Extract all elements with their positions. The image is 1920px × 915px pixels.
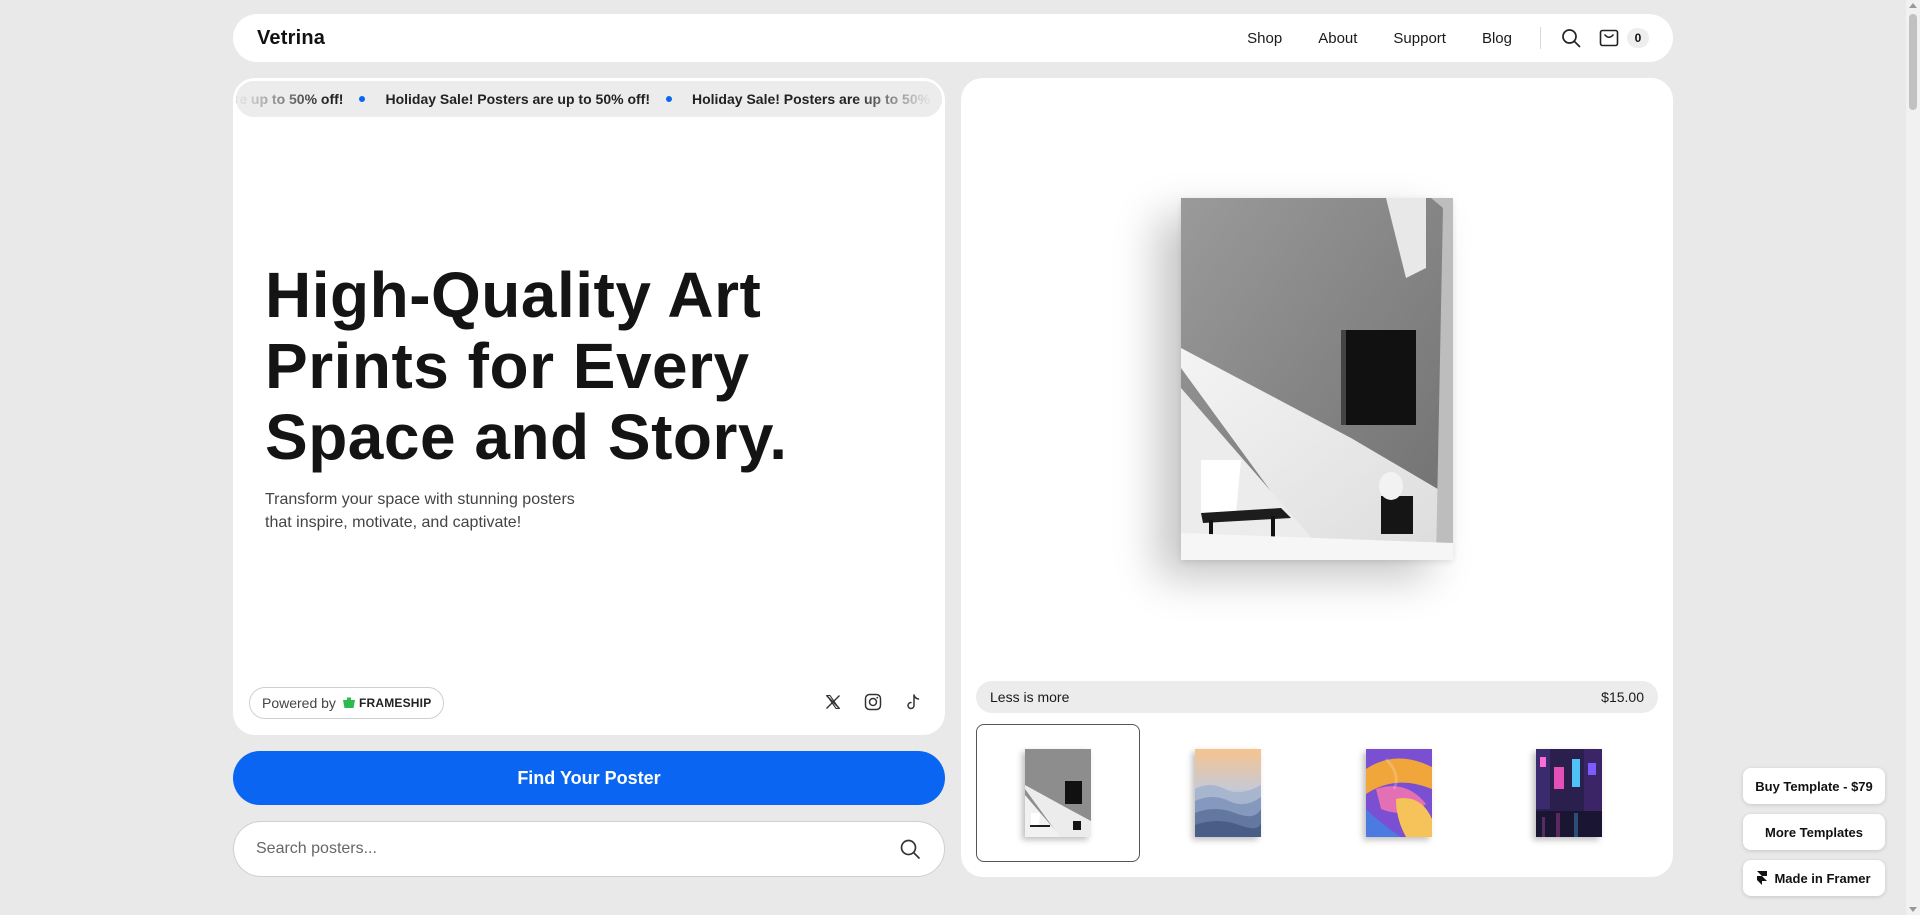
frameship-brand-text: FRAMESHIP: [358, 696, 432, 710]
ticker-dot: [359, 96, 366, 102]
ticker-dot: [665, 96, 672, 102]
x-icon[interactable]: [821, 690, 845, 714]
nav-support[interactable]: Support: [1393, 30, 1446, 47]
product-showcase-card: Less is more $15.00: [961, 78, 1673, 877]
more-templates-button[interactable]: More Templates: [1743, 814, 1885, 850]
powered-by-badge[interactable]: Powered by FRAMESHIP: [249, 687, 445, 719]
page-scrollbar[interactable]: [1906, 0, 1920, 915]
nav-shop[interactable]: Shop: [1247, 30, 1282, 47]
thumbnail-misty-mountains[interactable]: [1147, 724, 1311, 862]
instagram-icon[interactable]: [861, 690, 885, 714]
tiktok-icon[interactable]: [901, 690, 925, 714]
social-links: [805, 690, 925, 714]
sale-ticker: are up to 50% off! Holiday Sale! Posters…: [236, 81, 942, 117]
thumbnail-less-is-more[interactable]: [976, 724, 1140, 862]
find-poster-button[interactable]: Find Your Poster: [233, 751, 945, 805]
search-icon[interactable]: [898, 837, 922, 861]
hero-card: are up to 50% off! Holiday Sale! Posters…: [233, 78, 945, 735]
powered-label: Powered by: [262, 695, 336, 711]
thumbnail-fluid-colors[interactable]: [1317, 724, 1481, 862]
nav-about[interactable]: About: [1318, 30, 1357, 47]
framer-logo-icon: [1757, 871, 1768, 885]
made-in-framer-button[interactable]: Made in Framer: [1743, 860, 1885, 896]
ticker-fade-right: [852, 81, 942, 117]
cart-button[interactable]: 0: [1597, 26, 1649, 50]
top-navbar: Vetrina Shop About Support Blog 0: [233, 14, 1673, 62]
ticker-fade-left: [236, 81, 326, 117]
buy-template-button[interactable]: Buy Template - $79: [1743, 768, 1885, 804]
made-in-framer-label: Made in Framer: [1774, 870, 1871, 886]
thumbnail-image: [1024, 749, 1091, 837]
main-nav: Shop About Support Blog 0: [1211, 26, 1649, 50]
thumbnail-image: [1195, 749, 1262, 837]
product-info-bar: Less is more $15.00: [976, 681, 1658, 713]
frameship-logo-icon: [342, 697, 356, 709]
nav-blog[interactable]: Blog: [1482, 30, 1512, 47]
hero-heading: High-Quality Art Prints for Every Space …: [265, 259, 788, 473]
search-icon[interactable]: [1559, 26, 1583, 50]
frameship-brand: FRAMESHIP: [342, 696, 431, 710]
search-bar: [233, 821, 945, 877]
product-price: $15.00: [1601, 689, 1644, 705]
thumbnail-neon-city[interactable]: [1488, 724, 1652, 862]
cart-icon: [1597, 26, 1621, 50]
thumbnail-image: [1536, 749, 1603, 837]
brand-logo[interactable]: Vetrina: [257, 27, 325, 50]
product-name: Less is more: [990, 689, 1070, 705]
thumbnail-image: [1365, 749, 1432, 837]
cart-count-badge: 0: [1627, 28, 1649, 48]
scrollbar-thumb[interactable]: [1909, 14, 1917, 110]
thumbnail-strip: [976, 724, 1658, 862]
nav-divider: [1540, 27, 1541, 49]
search-input[interactable]: [256, 840, 898, 858]
scroll-down-icon[interactable]: [1909, 907, 1917, 912]
poster-image[interactable]: [1181, 198, 1453, 560]
scroll-up-icon[interactable]: [1909, 3, 1917, 8]
ticker-text: Holiday Sale! Posters are up to 50% off!: [385, 91, 650, 107]
hero-subtitle: Transform your space with stunning poste…: [265, 491, 575, 531]
